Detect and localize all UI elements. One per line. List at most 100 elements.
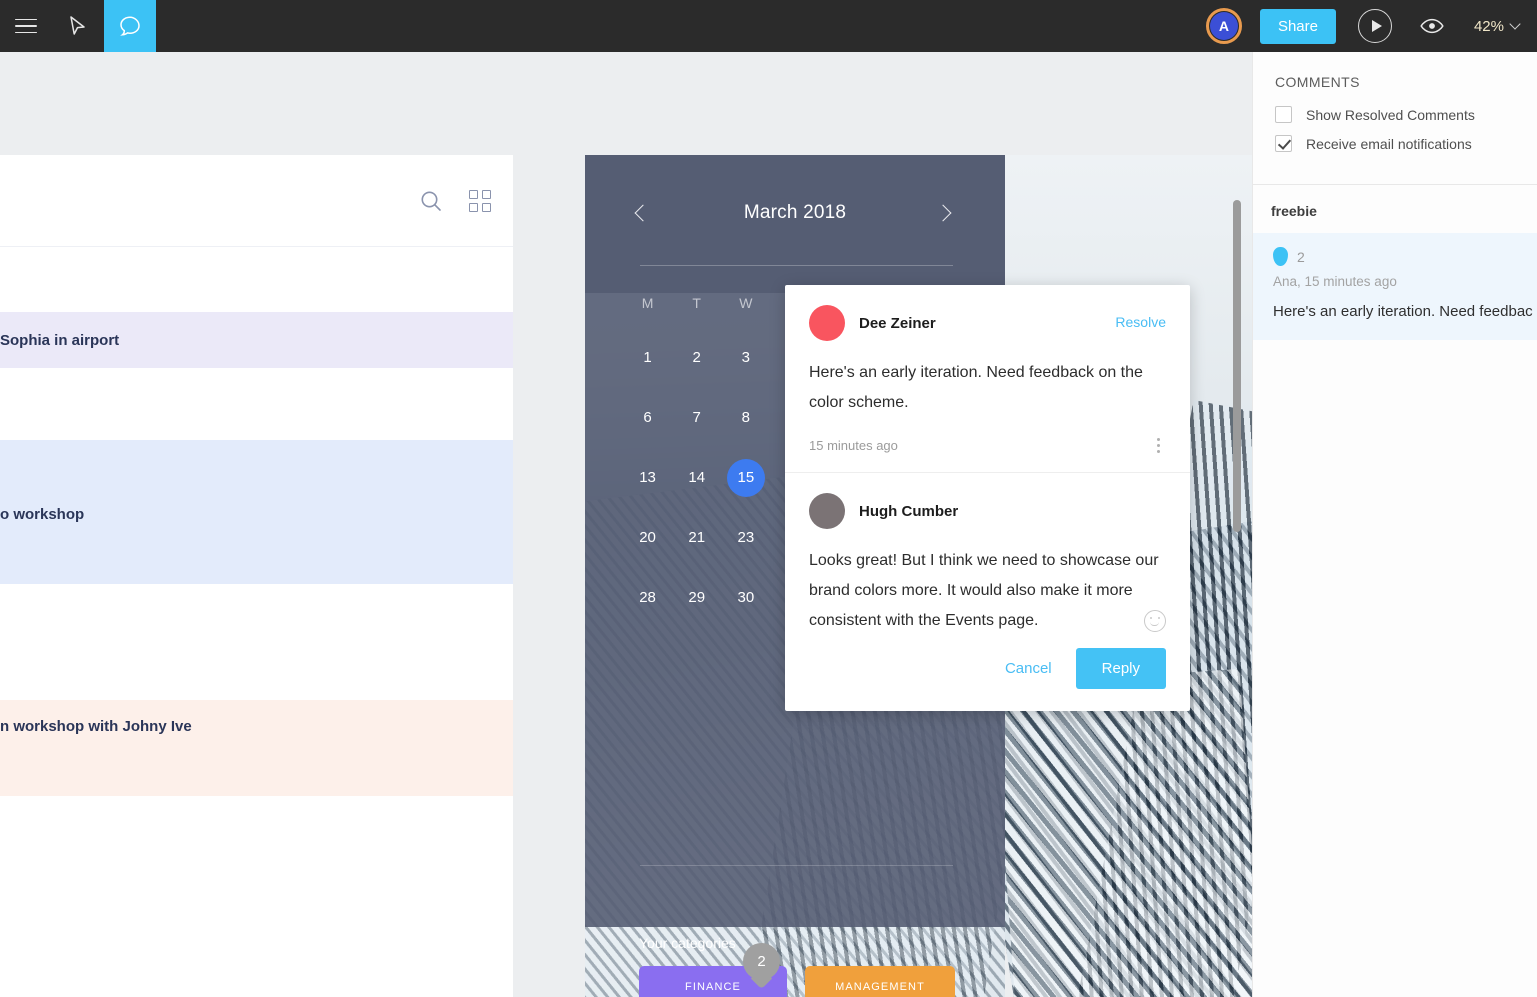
- thread-pin-count: 2: [1297, 248, 1305, 265]
- calendar-day-7[interactable]: 7: [672, 399, 721, 437]
- calendar-day-14[interactable]: 14: [672, 459, 721, 497]
- calendar-bottom-divider: [640, 865, 953, 866]
- list-item[interactable]: [0, 752, 513, 796]
- calendar-divider: [640, 265, 953, 266]
- calendar-day-28[interactable]: 28: [623, 579, 672, 617]
- preview-button[interactable]: [1420, 18, 1444, 34]
- menu-button[interactable]: [0, 0, 52, 52]
- comment-pin-marker[interactable]: 2: [743, 943, 780, 990]
- calendar-day-2[interactable]: 2: [672, 339, 721, 377]
- list-item[interactable]: [0, 440, 513, 488]
- calendar-day-header: W: [739, 295, 753, 311]
- list-item-label: n workshop with Johny Ive: [0, 717, 192, 735]
- canvas-gap: [513, 155, 585, 997]
- calendar-day-23[interactable]: 23: [721, 519, 770, 557]
- present-button[interactable]: [1357, 9, 1392, 43]
- calendar-prev-button[interactable]: [631, 201, 655, 225]
- calendar-day-1[interactable]: 1: [623, 339, 672, 377]
- comment-timestamp: 15 minutes ago: [809, 437, 898, 453]
- comment-meta: 15 minutes ago: [809, 418, 1166, 472]
- chevron-right-icon: [934, 204, 952, 222]
- comment-header: Dee Zeiner Resolve: [809, 305, 1166, 341]
- calendar-next-button[interactable]: [934, 201, 959, 225]
- calendar-day-6[interactable]: 6: [623, 399, 672, 437]
- calendar-day-8[interactable]: 8: [721, 399, 770, 437]
- thread-pin-row: 2: [1273, 247, 1537, 266]
- play-icon: [1371, 20, 1382, 32]
- thread-preview: Here's an early iteration. Need feedbac: [1273, 303, 1533, 320]
- category-chip-row: FINANCE MANAGEMENT: [639, 966, 979, 997]
- zoom-control[interactable]: 42%: [1473, 17, 1521, 35]
- chevron-left-icon: [634, 204, 652, 222]
- comment-tool-button[interactable]: [104, 0, 156, 52]
- resolve-button[interactable]: Resolve: [1115, 314, 1166, 330]
- cursor-tool-button[interactable]: [52, 0, 104, 52]
- smiley-face-icon[interactable]: [1144, 610, 1166, 632]
- toolbar-right-group: A Share 42%: [1205, 0, 1537, 52]
- search-icon: [421, 191, 441, 211]
- thread-author-time: Ana, 15 minutes ago: [1273, 274, 1397, 289]
- list-item[interactable]: [0, 540, 513, 584]
- calendar-nav: March 2018: [585, 195, 1005, 231]
- zoom-value: 42%: [1473, 17, 1504, 35]
- avatar[interactable]: A: [1205, 8, 1242, 44]
- calendar-title: March 2018: [743, 202, 847, 223]
- calendar-day-21[interactable]: 21: [672, 519, 721, 557]
- comment-item-0: Dee Zeiner Resolve Here's an early itera…: [785, 285, 1190, 472]
- more-vertical-icon[interactable]: [1151, 432, 1166, 459]
- sidebar-options: Show Resolved Comments Receive email noti…: [1253, 90, 1537, 184]
- list-panel-header: [0, 155, 513, 247]
- calendar-day-30[interactable]: 30: [721, 579, 770, 617]
- comment-thread-item[interactable]: 2 Ana, 15 minutes ago Here's an early it…: [1253, 233, 1537, 340]
- list-item-label: Sophia in airport: [0, 331, 120, 349]
- calendar-day-header: M: [641, 295, 654, 311]
- sidebar-group-title: freebie: [1271, 203, 1317, 219]
- top-toolbar: A Share 42%: [0, 0, 1537, 52]
- grid-view-icon: [469, 189, 491, 212]
- calendar-day-13[interactable]: 13: [623, 459, 672, 497]
- calendar-day-29[interactable]: 29: [672, 579, 721, 617]
- grid-view-button[interactable]: [469, 189, 491, 212]
- cursor-arrow-icon: [70, 16, 85, 35]
- popup-actions: Cancel Reply: [785, 636, 1190, 711]
- hamburger-icon: [15, 18, 37, 34]
- reply-body: Looks great! But I think we need to show…: [809, 552, 1159, 629]
- sidebar-option[interactable]: Receive email notifications: [1275, 135, 1537, 152]
- checkbox[interactable]: [1275, 106, 1292, 123]
- category-chip-management[interactable]: MANAGEMENT: [805, 966, 955, 997]
- list-item[interactable]: o workshop: [0, 488, 513, 540]
- photo-mountain-foreground: [1005, 668, 1252, 997]
- reply-button[interactable]: Reply: [1075, 648, 1166, 689]
- reply-author: Hugh Cumber: [859, 502, 959, 520]
- chevron-down-icon: [1509, 18, 1521, 30]
- calendar-day-15[interactable]: 15: [726, 459, 765, 497]
- list-item[interactable]: Sophia in airport: [0, 312, 513, 368]
- categories-label: Your categories: [639, 935, 736, 951]
- comment-popup: Dee Zeiner Resolve Here's an early itera…: [785, 285, 1190, 711]
- categories-section: Your categories FINANCEMANAGEMENTDESIGN: [639, 935, 979, 997]
- checkbox-label: Show Resolved Comments: [1306, 106, 1475, 123]
- map-pin-icon: [1273, 247, 1288, 266]
- eye-icon: [1420, 18, 1444, 34]
- comment-author: Dee Zeiner: [859, 314, 936, 332]
- search-button[interactable]: [419, 189, 443, 213]
- category-chips: FINANCEMANAGEMENTDESIGN: [639, 966, 979, 997]
- sidebar-title: COMMENTS: [1275, 74, 1360, 90]
- calendar-day-header: T: [692, 295, 701, 311]
- comment-body: Here's an early iteration. Need feedback…: [809, 364, 1143, 411]
- cancel-button[interactable]: Cancel: [989, 650, 1068, 687]
- canvas-vertical-scrollbar[interactable]: [1233, 200, 1241, 532]
- comment-item-1: Hugh Cumber Looks great! But I think we …: [785, 473, 1190, 636]
- list-item[interactable]: n workshop with Johny Ive: [0, 700, 513, 752]
- comments-sidebar: COMMENTS Show Resolved Comments Receive e…: [1252, 52, 1537, 997]
- app-root: A Share 42% Sophia in airport o workshop…: [0, 0, 1537, 997]
- reply-header: Hugh Cumber: [809, 493, 1166, 529]
- share-button[interactable]: Share: [1259, 8, 1336, 44]
- avatar-initial: A: [1209, 12, 1238, 40]
- list-item-label: o workshop: [0, 505, 85, 523]
- events-list-panel: Sophia in airport o workshop n workshop wi…: [0, 155, 513, 997]
- sidebar-option[interactable]: Show Resolved Comments: [1275, 106, 1537, 123]
- calendar-day-3[interactable]: 3: [721, 339, 770, 377]
- checkbox[interactable]: [1275, 135, 1292, 152]
- calendar-day-20[interactable]: 20: [623, 519, 672, 557]
